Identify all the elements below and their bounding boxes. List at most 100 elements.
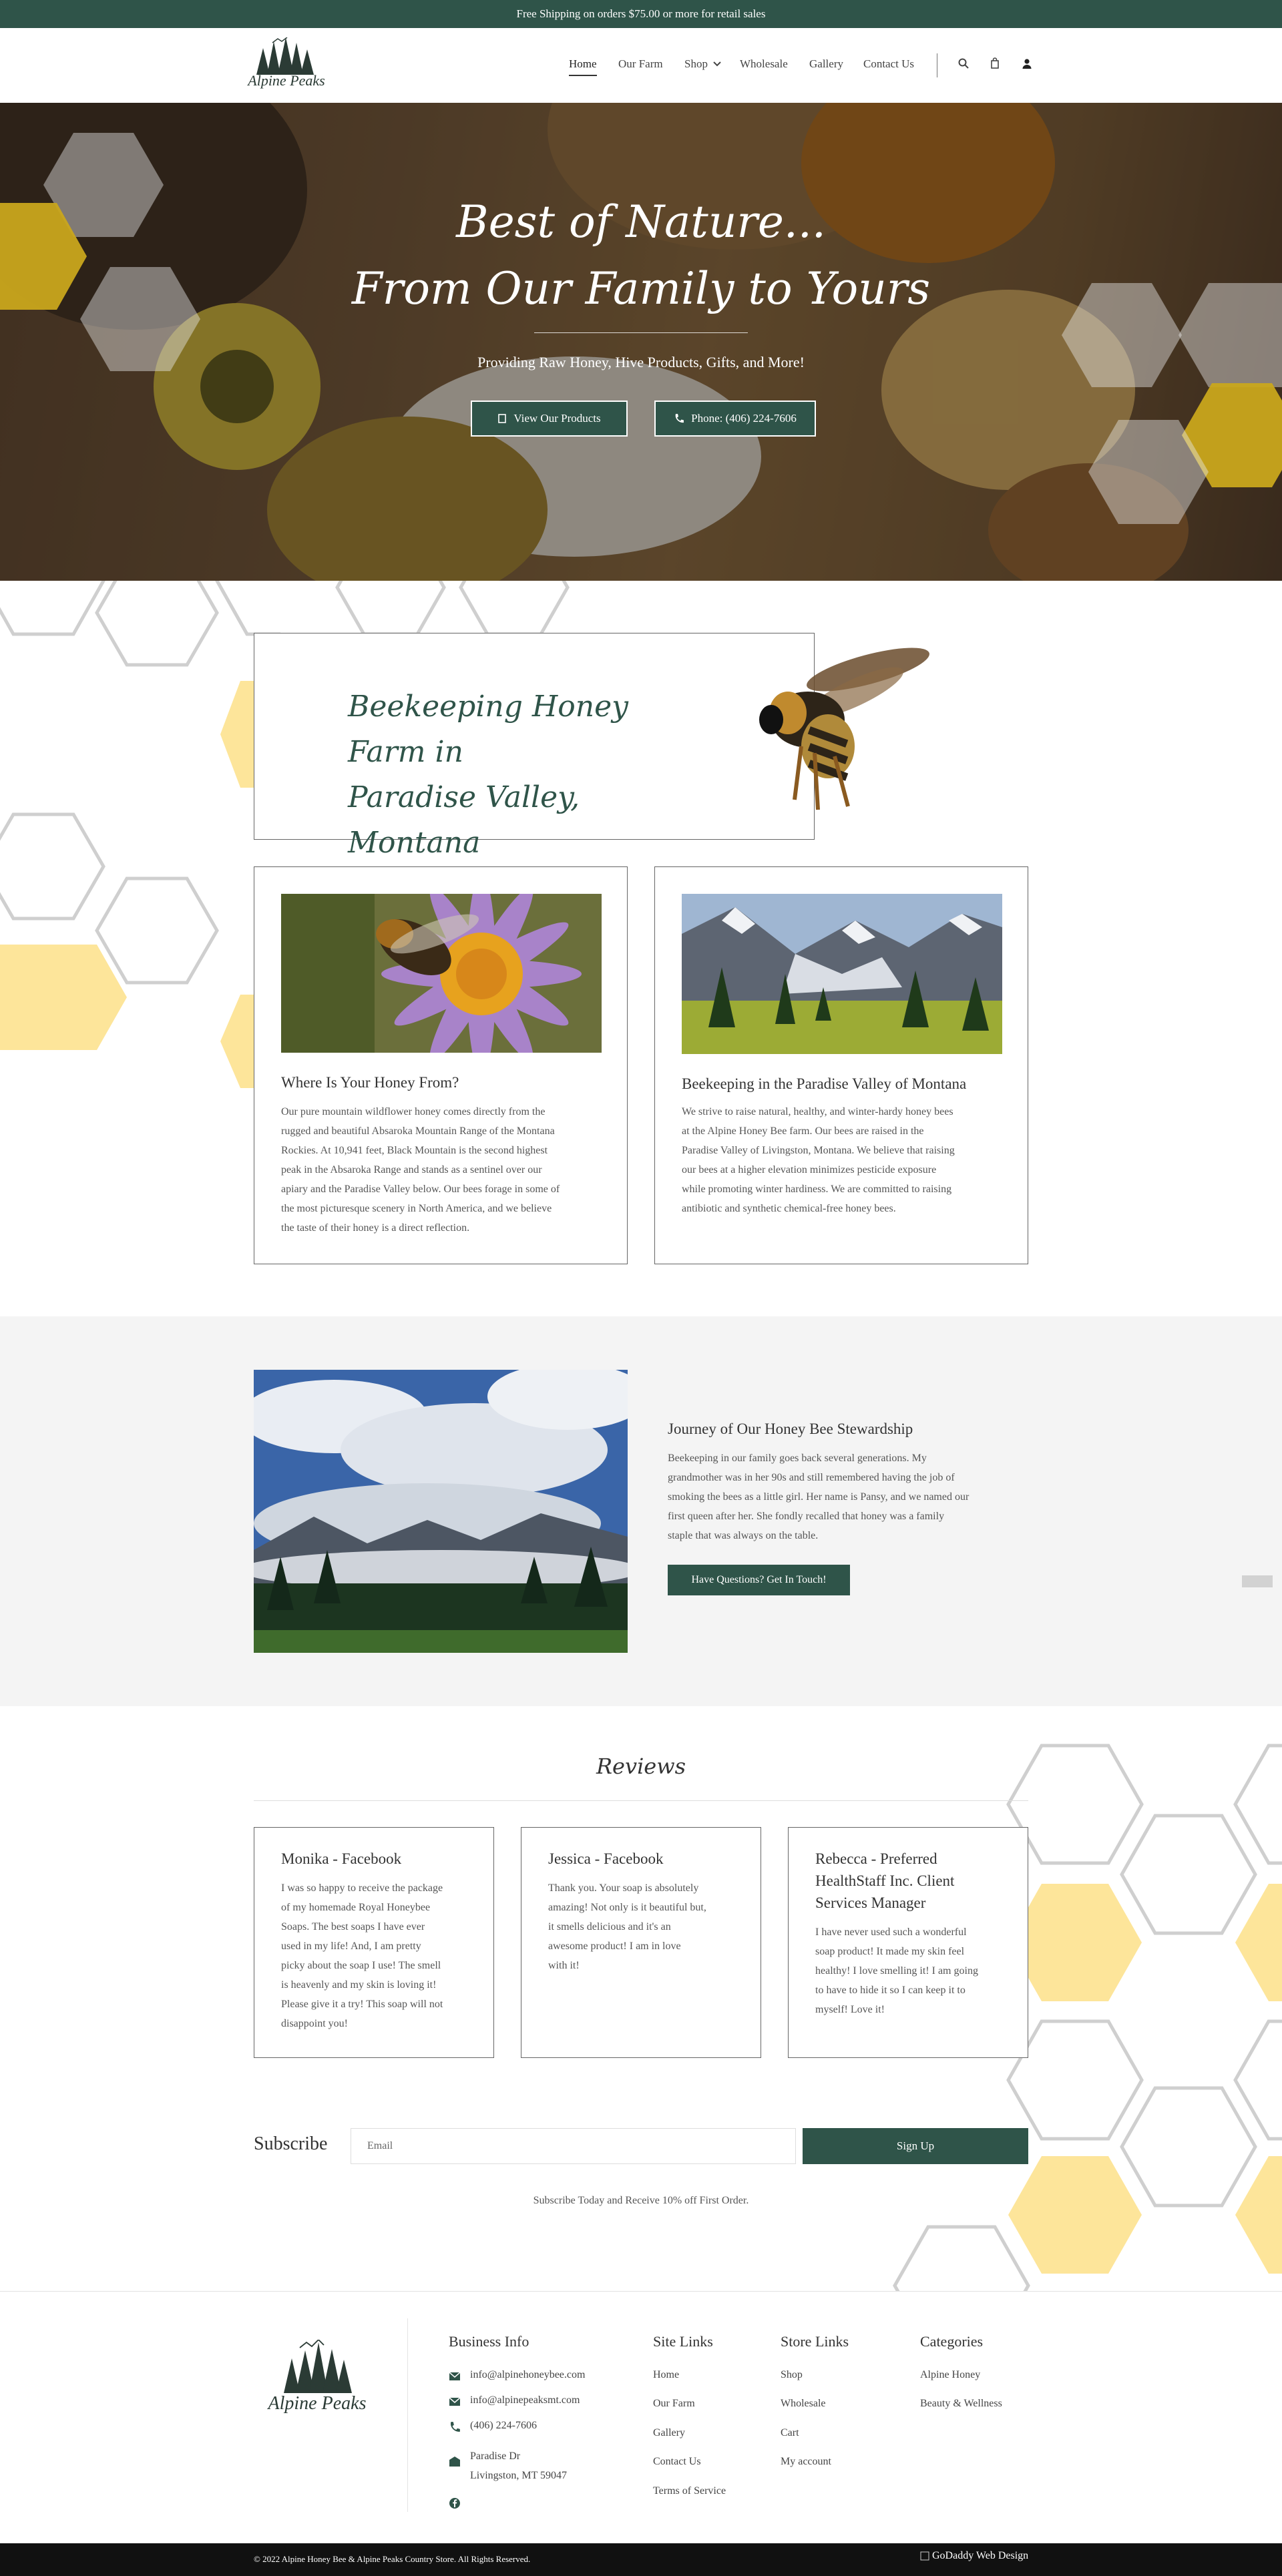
review-line: Thank you. Your soap is absolutely [548,1882,699,1894]
intro-title-line1: Beekeeping Honey Farm in [348,690,628,769]
review-name-line: Jessica - Facebook [548,1850,664,1867]
search-icon[interactable] [957,57,970,69]
godaddy-credit-link[interactable]: GoDaddy Web Design [920,2550,1028,2562]
review-line: is heavenly and my skin is loving it! [281,1979,437,1991]
footer-link-contact[interactable]: Contact Us [653,2456,701,2468]
cart-icon[interactable] [989,57,1001,69]
product-icon [498,414,507,423]
subscribe-note: Subscribe Today and Receive 10% off Firs… [533,2195,749,2206]
footer-logo[interactable]: Alpine Peaks [257,2338,377,2426]
review-line: it smells delicious and it's an [548,1921,671,1933]
footer-link-gallery[interactable]: Gallery [653,2427,685,2439]
footer-link-terms[interactable]: Terms of Service [653,2485,726,2497]
nav-wholesale[interactable]: Wholesale [740,57,788,71]
paradise-valley-text: We strive to raise natural, healthy, and… [682,1102,1009,1218]
footer-link-wholesale[interactable]: Wholesale [781,2398,826,2410]
nav-gallery[interactable]: Gallery [809,57,843,71]
review-text: I was so happy to receive the package of… [281,1878,475,2033]
review-name: Monika - Facebook [281,1848,475,1870]
review-text: I have never used such a wonderful soap … [815,1922,1009,2019]
view-products-button[interactable]: View Our Products [471,401,628,437]
journey-text: Beekeeping in our family goes back sever… [668,1449,1028,1545]
review-line: disappoint you! [281,2018,348,2029]
honey-origin-line: peak in the Absaroka Range and stands as… [281,1164,542,1176]
honey-origin-text: Our pure mountain wildflower honey comes… [281,1102,608,1238]
paradise-valley-line: while promoting winter hardiness. We are… [682,1184,952,1195]
footer-address-line2: Livingston, MT 59047 [470,2470,568,2481]
paradise-valley-card: Beekeeping in the Paradise Valley of Mon… [654,866,1028,1264]
journey-line: first queen after her. She fondly recall… [668,1511,945,1522]
footer-phone[interactable]: (406) 224-7606 [470,2420,537,2432]
facebook-icon[interactable] [449,2497,461,2509]
logo[interactable]: Alpine Peaks [243,37,330,93]
review-card: Jessica - Facebook Thank you. Your soap … [521,1827,761,2058]
hero-title-line2: From Our Family to Yours [351,263,931,314]
hero-subtitle: Providing Raw Honey, Hive Products, Gift… [477,354,805,370]
paradise-valley-title: Beekeeping in the Paradise Valley of Mon… [682,1075,967,1092]
footer-address: Paradise Dr Livingston, MT 59047 [470,2446,567,2485]
announcement-bar: Free Shipping on orders $75.00 or more f… [0,0,1282,28]
nav-shop[interactable]: Shop [684,57,721,71]
review-line: to have to hide it so I can keep it to [815,1985,966,1996]
journey-line: smoking the bees as a little girl. Her n… [668,1491,970,1503]
honey-origin-line: Our pure mountain wildflower honey comes… [281,1106,546,1117]
review-text: Thank you. Your soap is absolutely amazi… [548,1878,742,1975]
footer-link-my-account[interactable]: My account [781,2456,831,2468]
review-line: awesome product! I am in love [548,1941,681,1952]
sign-up-button[interactable]: Sign Up [803,2128,1028,2164]
journey-line: staple that was always on the table. [668,1530,819,1541]
footer-email-2[interactable]: info@alpinepeaksmt.com [470,2394,580,2406]
footer-link-our-farm[interactable]: Our Farm [653,2398,695,2410]
bee-image [759,648,929,810]
honey-origin-line: the taste of their honey is a direct ref… [281,1222,470,1234]
business-info-heading: Business Info [449,2333,529,2350]
chevron-down-icon [713,61,721,67]
paradise-valley-line: We strive to raise natural, healthy, and… [682,1106,953,1117]
side-scroll-tab[interactable] [1242,1575,1273,1587]
broken-image-icon [920,2551,929,2561]
user-icon[interactable] [1021,57,1033,69]
review-name: Jessica - Facebook [548,1848,742,1870]
footer-link-cart[interactable]: Cart [781,2427,799,2439]
nav-contact[interactable]: Contact Us [863,57,914,71]
review-line: picky about the soap I use! The smell [281,1960,441,1971]
review-line: amazing! Not only is it beautiful but, [548,1902,706,1913]
footer-logo-wordmark: Alpine Peaks [268,2393,367,2414]
journey-line: grandmother was in her 90s and still rem… [668,1472,955,1483]
reviews-divider [254,1800,1028,1801]
review-line: Soaps. The best soaps I have ever [281,1921,425,1933]
paradise-valley-line: at the Alpine Honey Bee farm. Our bees a… [682,1125,924,1137]
site-footer: Alpine Peaks Business Info info@alpineho… [0,2291,1282,2543]
intro-title-line2: Paradise Valley, Montana [348,780,580,860]
review-name-line: Monika - Facebook [281,1850,402,1867]
nav-our-farm[interactable]: Our Farm [618,57,663,71]
review-name-line: HealthStaff Inc. Client [815,1872,955,1889]
copyright-text: © 2022 Alpine Honey Bee & Alpine Peaks C… [254,2554,531,2564]
review-card: Monika - Facebook I was so happy to rece… [254,1827,494,2058]
review-line: healthy! I love smelling it! I am going [815,1965,978,1977]
paradise-valley-line: antibiotic and synthetic chemical-free h… [682,1203,896,1214]
honey-origin-line: the most picturesque scenery in North Am… [281,1203,552,1214]
paradise-valley-line: Paradise Valley of Livingston, Montana. … [682,1145,955,1156]
logo-trees-icon [256,37,314,75]
footer-link-alpine-honey[interactable]: Alpine Honey [920,2369,980,2381]
review-name-line: Services Manager [815,1894,926,1911]
footer-link-home[interactable]: Home [653,2369,679,2381]
get-in-touch-button[interactable]: Have Questions? Get In Touch! [668,1565,850,1595]
email-input[interactable] [351,2128,796,2164]
reviews-heading: Reviews [596,1754,686,1779]
footer-link-beauty-wellness[interactable]: Beauty & Wellness [920,2398,1002,2410]
location-icon [449,2457,460,2467]
honey-origin-card: Where Is Your Honey From? Our pure mount… [254,866,628,1264]
hero-title-line1: Best of Nature... [456,196,826,248]
store-links-heading: Store Links [781,2333,849,2350]
hero-divider [534,332,748,333]
footer-logo-trees-icon [284,2338,352,2393]
footer-email-1[interactable]: info@alpinehoneybee.com [470,2369,585,2381]
review-line: I was so happy to receive the package [281,1882,443,1894]
nav-home[interactable]: Home [569,57,597,76]
phone-icon [675,414,684,423]
footer-link-shop[interactable]: Shop [781,2369,803,2381]
phone-button[interactable]: Phone: (406) 224-7606 [654,401,816,437]
review-line: soap product! It made my skin feel [815,1946,965,1957]
